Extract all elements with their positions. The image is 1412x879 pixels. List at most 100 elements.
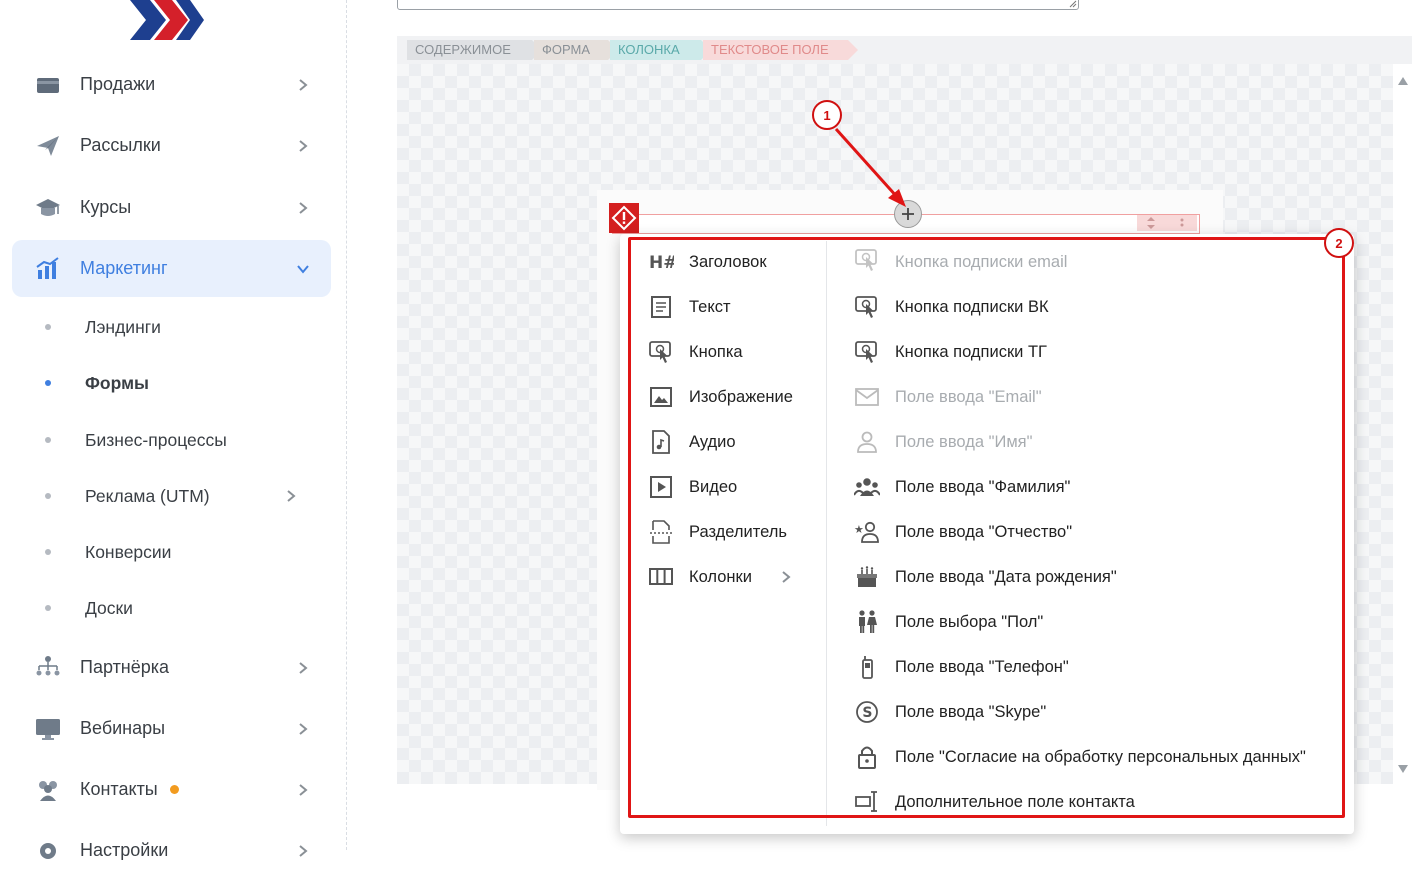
text-cursor-icon [855,791,877,812]
menu-item[interactable]: Дополнительное поле контакта [854,787,1334,817]
menu-item[interactable]: Видео [648,472,818,502]
sidebar-item-marketing[interactable]: Маркетинг [12,240,331,297]
heading-icon: H# [649,253,674,273]
group-icon-wrap [854,474,880,500]
scroll-up-arrow-icon[interactable] [1396,74,1410,88]
sidebar-item-mailings[interactable]: Рассылки [12,117,331,174]
image-icon [650,387,672,407]
submenu-item[interactable]: Бизнес-процессы [40,420,320,460]
menu-item[interactable]: Поле ввода "Дата рождения" [854,562,1334,592]
chevron-right-icon [299,783,308,796]
warning-icon[interactable] [609,203,639,233]
columns-icon-wrap [648,564,674,590]
bar-chart-icon-wrap [34,255,62,283]
svg-text:★: ★ [854,524,864,536]
resize-grip-icon[interactable] [1069,0,1077,8]
move-icon[interactable] [1137,215,1197,231]
submenu-item-label: Формы [85,372,149,393]
chevron-right-icon[interactable] [284,489,298,503]
menu-item[interactable]: Кнопка подписки ТГ [854,337,1334,367]
chevron-right-icon[interactable] [296,78,310,92]
add-element-button[interactable] [894,200,922,228]
graduation-cap-icon [36,198,60,216]
menu-item-label: Изображение [689,387,793,406]
menu-item[interactable]: Аудио [648,427,818,457]
sidebar-item-label: Продажи [80,74,156,94]
menu-item-label: Видео [689,477,738,496]
menu-item[interactable]: ★ Поле ввода "Отчество" [854,517,1334,547]
phone-icon [862,656,873,679]
sidebar: Продажи Рассылки Курсы Маркетинг Партнёрка Ве… [0,0,346,860]
menu-item-label: Аудио [689,432,736,451]
text-icon-wrap [648,294,674,320]
chevron-down-icon[interactable] [296,262,310,276]
bullet-dot [45,493,51,499]
menu-item[interactable]: Поле выбора "Пол" [854,607,1334,637]
menu-item-label: Дополнительное поле контакта [895,792,1135,811]
menu-item[interactable]: Поле "Согласие на обработку персональных… [854,742,1334,772]
chevron-right-icon[interactable] [296,661,310,675]
scroll-down-arrow-icon[interactable] [1396,762,1410,776]
menu-item[interactable]: H# Заголовок [648,247,818,277]
chevron-right-icon[interactable] [296,139,310,153]
bullet-dot [45,324,51,330]
text-icon [651,296,671,318]
sidebar-item-settings[interactable]: Настройки [12,822,331,879]
menu-item[interactable]: Изображение [648,382,818,412]
button-click-icon [855,296,877,318]
cake-icon [857,566,877,587]
chevron-right-icon [299,78,308,91]
menu-item[interactable]: Разделитель [648,517,818,547]
logo-icon[interactable] [128,0,208,40]
menu-item-label: Разделитель [689,522,787,541]
menu-item-label: Кнопка [689,342,743,361]
chevron-right-icon [779,570,793,589]
menu-item-label: Поле "Согласие на обработку персональных… [895,747,1306,766]
breadcrumb-item[interactable]: Текстовое поле [703,40,858,60]
breadcrumb-item[interactable]: Содержимое [407,40,542,60]
graduation-cap-icon-wrap [34,194,62,222]
monitor-icon-wrap [34,715,62,743]
menu-item[interactable]: Поле ввода "Фамилия" [854,472,1334,502]
menu-item-label: Поле ввода "Фамилия" [895,477,1071,496]
star-person-icon-wrap: ★ [854,519,880,545]
envelope-icon-wrap [854,384,880,410]
menu-item[interactable]: Кнопка подписки ВК [854,292,1334,322]
divider-icon-wrap [648,519,674,545]
sidebar-item-label: Маркетинг [80,258,168,278]
menu-item[interactable]: Текст [648,292,818,322]
menu-item-label: Поле ввода "Дата рождения" [895,567,1117,586]
chevron-right-icon[interactable] [296,783,310,797]
chevron-right-icon[interactable] [296,844,310,858]
chevron-right-icon[interactable] [296,722,310,736]
menu-item[interactable]: S Поле ввода "Skype" [854,697,1334,727]
sidebar-item-sales[interactable]: Продажи [12,56,331,113]
button-click-icon [649,341,671,363]
sidebar-item-courses[interactable]: Курсы [12,179,331,236]
menu-item[interactable]: Колонки [648,562,818,592]
menu-item[interactable]: Кнопка [648,337,818,367]
breadcrumb-item[interactable]: Форма [534,40,618,60]
breadcrumb-item[interactable]: Колонка [610,40,711,60]
menu-item-label: Поле выбора "Пол" [895,612,1044,631]
chevron-right-icon[interactable] [296,201,310,215]
submenu-item[interactable]: Доски [40,588,320,628]
notification-badge [170,785,179,794]
submenu-item[interactable]: Формы [40,363,320,403]
row-tools[interactable] [1137,215,1197,231]
group-icon [854,478,880,496]
person-icon [857,431,877,453]
submenu-item[interactable]: Лэндинги [40,307,320,347]
sidebar-item-webinars[interactable]: Вебинары [12,700,331,757]
star-person-icon: ★ [854,521,879,543]
gear-icon [40,842,56,859]
sidebar-item-partner[interactable]: Партнёрка [12,639,331,696]
submenu-item[interactable]: Конверсии [40,532,320,572]
button-click-icon-wrap [854,294,880,320]
code-textarea[interactable] [397,0,1079,10]
menu-item[interactable]: Поле ввода "Телефон" [854,652,1334,682]
submenu-item[interactable]: Реклама (UTM) [40,476,320,516]
sidebar-item-contacts[interactable]: Контакты [12,761,331,818]
divider-icon [650,520,672,544]
sidebar-item-label: Партнёрка [80,657,170,677]
